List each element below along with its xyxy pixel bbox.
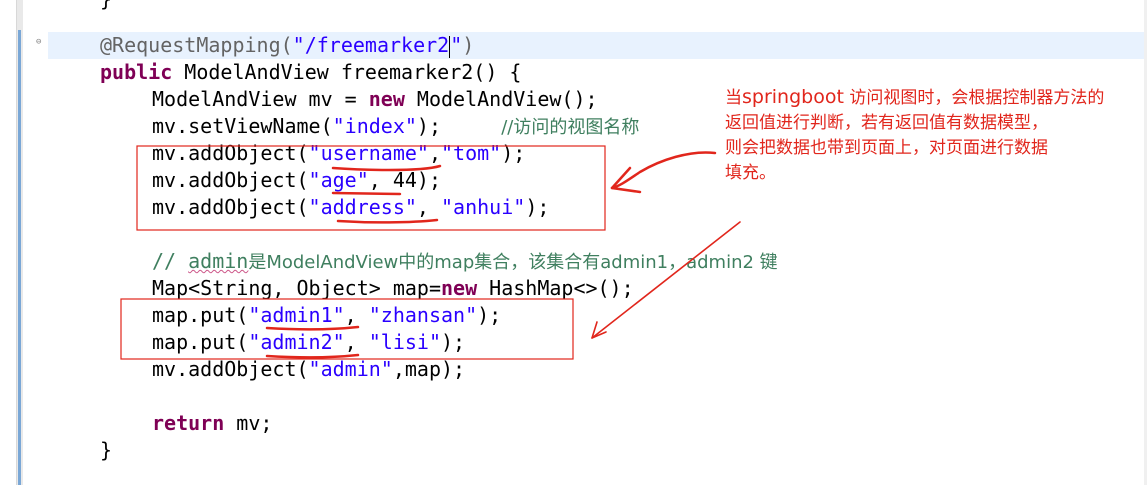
note-line-2: 返回值进行判断，若有返回值有数据模型， bbox=[725, 113, 1048, 133]
straight-arrow-shaft bbox=[591, 221, 741, 339]
underline-address bbox=[336, 218, 439, 224]
underline-admin2 bbox=[265, 353, 360, 359]
markup-overlay bbox=[120, 145, 741, 360]
note-line-4: 填充。 bbox=[725, 163, 776, 183]
underline-username bbox=[331, 164, 442, 172]
underline-admin1 bbox=[265, 325, 360, 331]
underline-age bbox=[331, 191, 402, 196]
explanation-note: 当springboot 访问视图时，会根据控制器方法的 返回值进行判断，若有返回… bbox=[725, 85, 1145, 186]
note-line-3: 则会把数据也带到页面上，对页面进行数据 bbox=[725, 138, 1048, 158]
highlight-box-addobject bbox=[136, 145, 606, 231]
note-line-1: 当springboot 访问视图时，会根据控制器方法的 bbox=[725, 86, 1105, 108]
